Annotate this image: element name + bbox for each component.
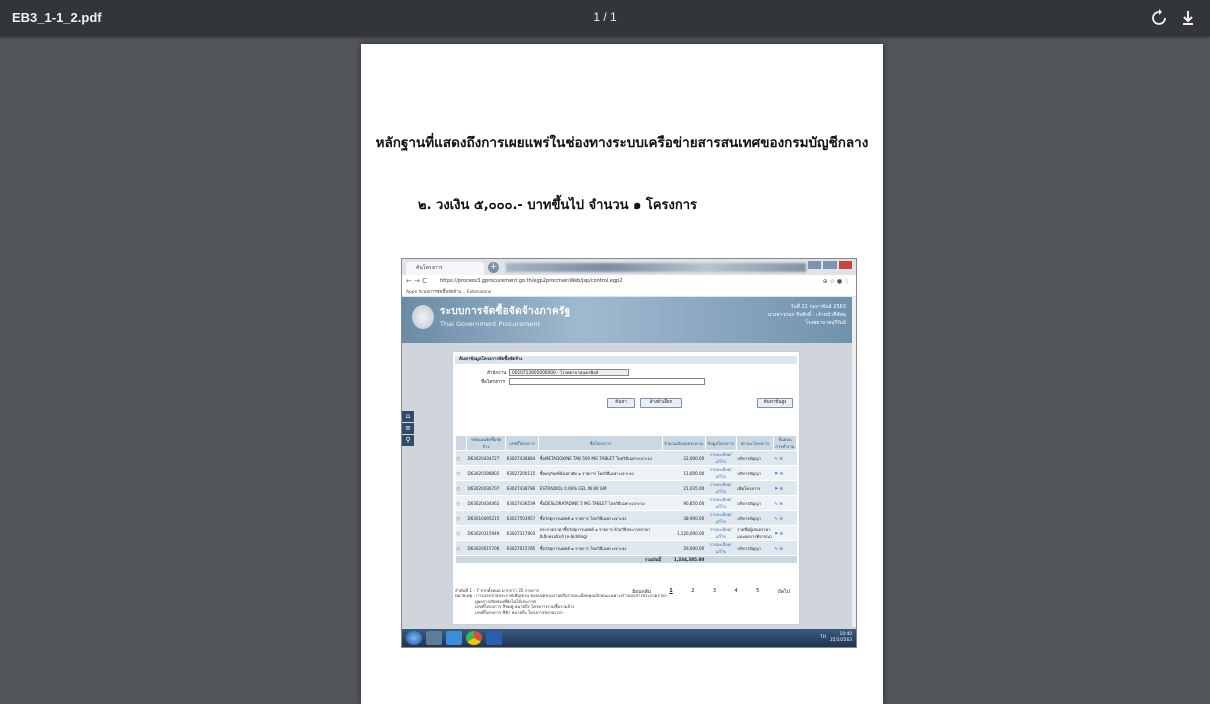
date-line: วันที่ 21 กุมภาพันธ์ 2563 (790, 304, 846, 310)
advanced-search-button: ค้นหาขั้นสูง (757, 398, 793, 408)
window-controls (808, 261, 852, 269)
pdf-toolbar: EB3_1-1_2.pdf 1 / 1 (0, 0, 1210, 36)
flag-icon: ⚑ ☰ (773, 525, 797, 541)
org-label: สำนักงาน (487, 371, 507, 376)
search-panel: ค้นหาข้อมูลโครงการจัดซื้อจัดจ้าง สำนักงา… (452, 351, 800, 625)
garuda-seal-icon (412, 305, 434, 329)
document-heading: หลักฐานที่แสดงถึงการเผยแพร่ในช่องทางระบบ… (375, 135, 869, 151)
menu-icon: ≡ (402, 423, 414, 434)
user-info: วันที่ 21 กุมภาพันธ์ 2563 นางสาวกนก จิรศ… (768, 303, 846, 327)
next-link: ถัดไป (777, 589, 790, 595)
blurred-tabs (506, 263, 806, 272)
address-bar: ← → C https://process3.gprocurement.go.t… (402, 275, 856, 289)
chrome-icon (466, 631, 482, 645)
table-row: ○ D63020015706 63027015785 ซื้อวัสดุการแพทย… (455, 540, 797, 556)
table-row: ○ D63010495215 63017503957 ซื้อวัสดุการแพทย… (455, 510, 797, 526)
explorer-icon (426, 631, 442, 645)
page-indicator: 1 / 1 (593, 10, 617, 24)
flag-icon: ⚑ ☰ (773, 480, 797, 496)
table-row: ○ D63020198802 63027200115 ซื้อครุภัณฑ์ห้อง… (455, 465, 797, 481)
embedded-screenshot: ค้นโครงการ + ← → C https://process3.gpro… (401, 258, 857, 648)
clear-button: ล้างตัวเลือก (640, 398, 682, 408)
browser-actions-icon: ⊕ ☆ ● ⋮ (822, 278, 850, 285)
col-name: ชื่อโครงการ (538, 435, 663, 451)
project-label: ชื่อโครงการ (481, 380, 505, 385)
bookmarks-bar: Apps ระบบการจัดซื้อจัดจ้าง... Extensions (402, 288, 856, 297)
project-field (509, 378, 705, 385)
page-2: 2 (691, 588, 695, 594)
col-info: ข้อมูลโครงการ (704, 435, 737, 451)
table-row: ○ D63020434462 63027436539 ซื้อDESLORATADIN… (455, 495, 797, 511)
windows-taskbar: TH 10:40 25/2/2563 (402, 629, 856, 647)
table-row: ○ D63020315949 63027317903 ประกวดราคาซื้อวั… (455, 525, 797, 541)
nav-arrows-icon: ← → C (406, 277, 428, 285)
start-icon (406, 631, 422, 645)
browser-tab: ค้นโครงการ (406, 262, 484, 275)
page-3: 3 (712, 588, 717, 594)
page-scrollbar (852, 297, 856, 627)
document-subheading: ๒. วงเงิน ๕,๐๐๐.- บาทขึ้นไป จำนวน ๑ โครง… (418, 198, 697, 213)
tray-language: TH (819, 635, 826, 640)
edit-icon: ✎ ☰ (773, 450, 797, 466)
col-plan: รหัสแผนจัดซื้อจัดจ้าง (466, 435, 507, 451)
panel-title: ค้นหาข้อมูลโครงการจัดซื้อจัดจ้าง (455, 356, 797, 364)
ie-icon (446, 631, 462, 645)
site-banner: ระบบการจัดซื้อจัดจ้างภาครัฐ Thai Governm… (402, 297, 852, 343)
total-row: รวมเงินนี้ 1,334,385.00 (455, 555, 797, 564)
footer-note-4: เลขที่โครงการ สีฟ้า หมายถึง โครงการขยายเ… (475, 609, 564, 615)
search-button: ค้นหา (607, 398, 635, 408)
col-amount: จำนวนเงินงบประมาณ (661, 435, 706, 451)
new-tab-icon: + (488, 262, 499, 273)
site-subtitle: Thai Government Procurement (440, 320, 541, 328)
edit-icon: ✎ ☰ (773, 510, 797, 526)
org-line: โรงพยาบาลบุรีรัมย์ (805, 320, 846, 326)
results-table: รหัสแผนจัดซื้อจัดจ้าง เลขที่โครงการ ชื่อ… (454, 435, 798, 564)
table-row: ○ D63020436707 63027438786 ESTRADIOL 0.06% … (455, 480, 797, 496)
col-proj: เลขที่โครงการ (505, 435, 540, 451)
download-icon[interactable] (1176, 6, 1200, 30)
pdf-page: หลักฐานที่แสดงถึงการเผยแพร่ในช่องทางระบบ… (361, 44, 883, 704)
org-field: 0010713005000000 - โรงพยาบาลนครพิงค์ (509, 369, 629, 376)
home-icon: ⌂ (402, 411, 414, 422)
col-step: ขั้นตอนการทำงาน (772, 435, 798, 451)
address-url: https://process3.gprocurement.go.th/egp2… (440, 278, 623, 284)
page-4: 4 (734, 588, 738, 594)
edit-icon: ✎ ☰ (773, 540, 797, 556)
page-1: 1 (669, 588, 673, 594)
table-row: ○ D63020434727 63027436884 ซื้อMETADOXINE T… (455, 450, 797, 466)
table-header: รหัสแผนจัดซื้อจัดจ้าง เลขที่โครงการ ชื่อ… (454, 435, 798, 451)
taskbar-clock: 10:40 25/2/2563 (829, 632, 852, 643)
page-5: 5 (756, 588, 760, 594)
side-nav: ⌂ ≡ ⚲ (402, 411, 414, 447)
pagination: ย้อนกลับ 1 2 3 4 5 ถัดไป (623, 588, 799, 596)
user-line: นางสาวกนก จิรศักดิ์ : เจ้าหน้าที่พัสดุ (767, 312, 846, 318)
search-icon: ⚲ (402, 435, 414, 446)
rotate-icon[interactable] (1147, 6, 1171, 30)
prev-link: ย้อนกลับ (632, 589, 651, 595)
flag-icon: ⚑ ☰ (773, 465, 797, 481)
word-icon (486, 631, 502, 645)
col-status: สถานะโครงการ (735, 435, 774, 451)
browser-tabstrip: ค้นโครงการ + (402, 259, 856, 275)
edit-icon: ✎ ☰ (773, 495, 797, 511)
site-title: ระบบการจัดซื้อจัดจ้างภาครัฐ (440, 306, 571, 317)
